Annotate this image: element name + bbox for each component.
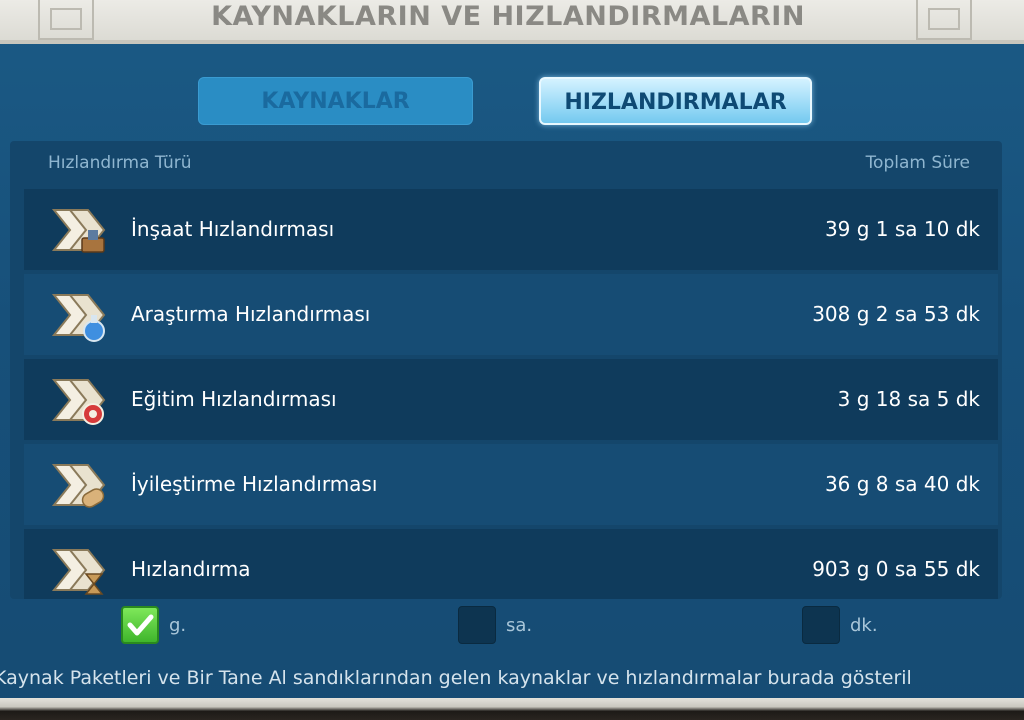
list-item: İyileştirme Hızlandırması 36 g 8 sa 40 d… [24, 444, 998, 525]
hours-label: sa. [506, 615, 533, 636]
list-item: İnşaat Hızlandırması 39 g 1 sa 10 dk [24, 189, 998, 270]
page-title: KAYNAKLARIN VE HIZLANDIRMALARIN [211, 1, 805, 32]
speedup-name: Hızlandırma [131, 557, 251, 581]
universal-speedup-icon [51, 549, 106, 595]
speedup-name: Araştırma Hızlandırması [131, 302, 371, 326]
list-item: Araştırma Hızlandırması 308 g 2 sa 53 dk [24, 274, 998, 355]
speedup-total-time: 3 g 18 sa 5 dk [837, 387, 980, 411]
title-banner: KAYNAKLARIN VE HIZLANDIRMALARIN [0, 0, 1024, 44]
construction-speedup-icon [51, 209, 106, 253]
speedup-name: İnşaat Hızlandırması [131, 217, 335, 241]
healing-speedup-icon [51, 464, 106, 508]
minutes-checkbox[interactable] [802, 606, 840, 644]
hours-checkbox[interactable] [458, 606, 496, 644]
window-bottom-border [0, 698, 1024, 720]
research-speedup-icon [51, 294, 106, 342]
speedup-total-time: 36 g 8 sa 40 dk [824, 472, 980, 496]
days-checkbox[interactable] [121, 606, 159, 644]
days-label: g. [169, 615, 187, 636]
speedup-name: Eğitim Hızlandırması [131, 387, 337, 411]
list-item: Eğitim Hızlandırması 3 g 18 sa 5 dk [24, 359, 998, 440]
speedup-total-time: 903 g 0 sa 55 dk [812, 557, 980, 581]
info-note: Kaynak Paketleri ve Bir Tane Al sandıkla… [0, 667, 912, 689]
tab-speedups[interactable]: HIZLANDIRMALAR [539, 77, 812, 125]
tab-resources[interactable]: KAYNAKLAR [198, 77, 473, 125]
speedup-list-panel: Hızlandırma Türü Toplam Süre İnşaat Hızl… [10, 141, 1002, 599]
training-speedup-icon [51, 379, 106, 425]
speedup-total-time: 39 g 1 sa 10 dk [824, 217, 980, 241]
resources-speedups-window: KAYNAKLARIN VE HIZLANDIRMALARIN KAYNAKLA… [0, 0, 1024, 720]
column-header-total: Toplam Süre [865, 153, 970, 173]
checkmark-icon [127, 614, 154, 636]
speedup-list[interactable]: İnşaat Hızlandırması 39 g 1 sa 10 dk Ara… [24, 189, 998, 599]
column-header-type: Hızlandırma Türü [48, 153, 192, 173]
speedup-name: İyileştirme Hızlandırması [131, 472, 378, 496]
list-item: Hızlandırma 903 g 0 sa 55 dk [24, 529, 998, 599]
speedup-total-time: 308 g 2 sa 53 dk [812, 302, 980, 326]
minutes-label: dk. [850, 615, 878, 636]
